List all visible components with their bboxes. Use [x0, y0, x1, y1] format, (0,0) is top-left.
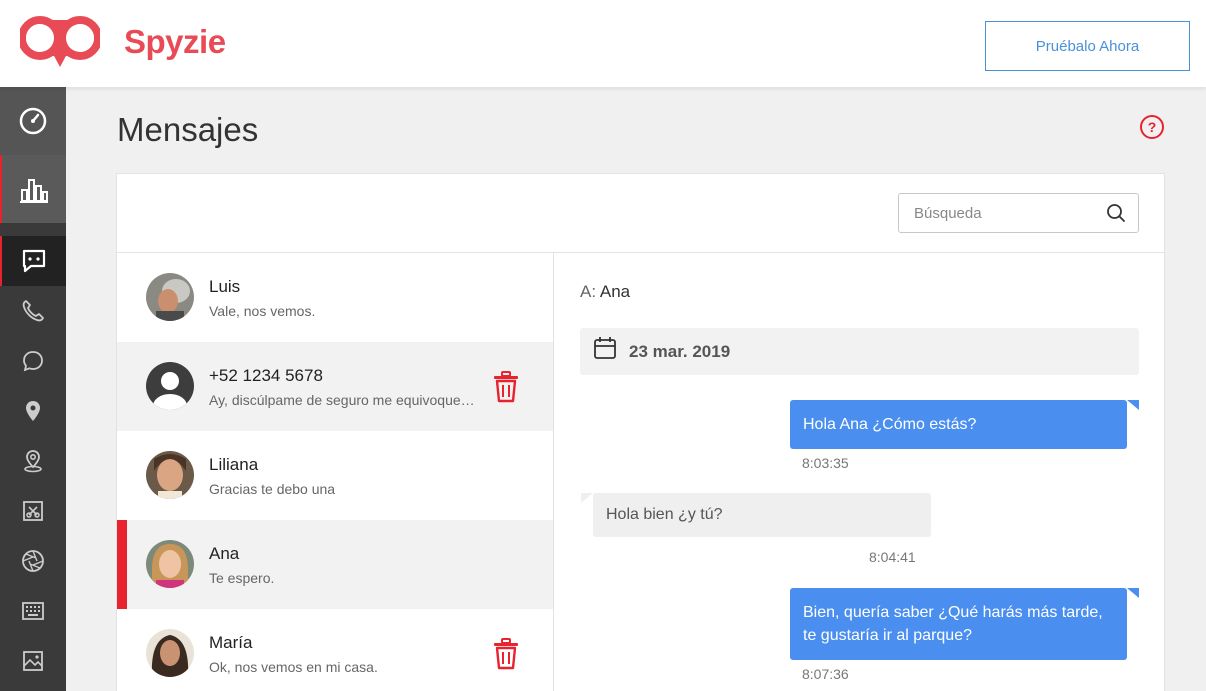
recipient-line: A: Ana	[580, 282, 630, 302]
sidebar-item-dashboard[interactable]	[0, 87, 66, 155]
contact-preview: Gracias te debo una	[209, 481, 336, 497]
top-header: Spyzie Pruébalo Ahora	[0, 0, 1206, 87]
bubble-tail	[581, 493, 593, 503]
crop-icon	[23, 501, 43, 521]
sidebar-item-messages[interactable]	[0, 236, 66, 286]
calendar-icon	[594, 337, 616, 359]
recipient-name: Ana	[599, 282, 631, 301]
bubble-tail	[1127, 588, 1139, 598]
keyboard-icon	[22, 602, 44, 620]
messages-panel: Luis Vale, nos vemos. +52 1234 5678 Ay, …	[116, 173, 1165, 691]
search-input[interactable]	[914, 194, 1104, 232]
dashboard-icon	[19, 107, 47, 135]
message-outgoing: Bien, quería saber ¿Qué harás más tarde,…	[790, 588, 1127, 660]
camera-shutter-icon	[22, 550, 44, 572]
contact-item-luis[interactable]: Luis Vale, nos vemos.	[117, 253, 553, 342]
bubble-tail	[1127, 400, 1139, 410]
message-text: Bien, quería saber ¿Qué harás más tarde,…	[803, 604, 1103, 644]
sidebar-item-location[interactable]	[0, 386, 66, 436]
contact-name: Ana	[209, 544, 240, 563]
avatar	[146, 629, 194, 677]
brand-name: Spyzie	[124, 23, 226, 60]
sidebar-nav	[0, 87, 66, 691]
message-text: Hola Ana ¿Cómo estás?	[803, 416, 977, 433]
location-pin-icon	[26, 401, 40, 421]
contact-name: María	[209, 633, 253, 652]
image-icon	[23, 651, 43, 671]
contact-preview: Ay, discúlpame de seguro me equivoque…	[209, 392, 475, 408]
contact-preview: Te espero.	[209, 570, 275, 586]
contact-item-liliana[interactable]: Liliana Gracias te debo una	[117, 431, 553, 520]
message-time: 8:04:41	[869, 549, 916, 565]
sidebar-item-calls[interactable]	[0, 286, 66, 336]
contact-preview: Ok, nos vemos en mi casa.	[209, 659, 378, 675]
help-icon[interactable]: ?	[1139, 114, 1165, 140]
recipient-label: A:	[580, 282, 597, 301]
bar-chart-icon	[20, 179, 48, 203]
active-indicator	[117, 520, 127, 609]
messages-icon	[22, 249, 46, 273]
default-avatar-icon	[146, 362, 194, 410]
page-title: Mensajes	[117, 111, 259, 148]
sidebar-item-keylogger[interactable]	[0, 586, 66, 636]
message-incoming: Hola bien ¿y tú?	[593, 493, 931, 537]
date-separator: 23 mar. 2019	[580, 328, 1139, 375]
avatar	[146, 540, 194, 588]
message-time: 8:07:36	[802, 666, 849, 682]
contact-item-ana[interactable]: Ana Te espero.	[117, 520, 553, 609]
sidebar-item-stats[interactable]	[0, 155, 66, 223]
chat-bubble-icon	[23, 351, 43, 372]
search-icon[interactable]	[1106, 203, 1126, 223]
conversation-view: A: Ana 23 mar. 2019 Hola Ana ¿Cómo estás…	[554, 253, 1164, 691]
sidebar-item-gallery[interactable]	[0, 636, 66, 686]
geofence-icon	[24, 450, 42, 473]
sidebar-item-chat[interactable]	[0, 336, 66, 386]
brand-logo[interactable]: Spyzie	[20, 16, 226, 68]
spyzie-logo-icon	[20, 16, 100, 67]
phone-icon	[22, 300, 44, 322]
try-now-button[interactable]: Pruébalo Ahora	[985, 21, 1190, 71]
message-time: 8:03:35	[802, 455, 849, 471]
contact-name: +52 1234 5678	[209, 366, 323, 385]
panel-toolbar	[117, 174, 1164, 253]
sidebar-item-photos[interactable]	[0, 536, 66, 586]
trash-icon[interactable]	[491, 638, 521, 670]
sidebar-item-geofence[interactable]	[0, 436, 66, 486]
avatar	[146, 451, 194, 499]
contact-preview: Vale, nos vemos.	[209, 303, 316, 319]
trash-icon[interactable]	[491, 371, 521, 403]
search-box[interactable]	[898, 193, 1139, 233]
contact-item-number[interactable]: +52 1234 5678 Ay, discúlpame de seguro m…	[117, 342, 553, 431]
sidebar-item-apps[interactable]	[0, 486, 66, 536]
message-text: Hola bien ¿y tú?	[606, 506, 723, 523]
contact-name: Luis	[209, 277, 241, 296]
avatar	[146, 273, 194, 321]
message-outgoing: Hola Ana ¿Cómo estás?	[790, 400, 1127, 449]
contact-list: Luis Vale, nos vemos. +52 1234 5678 Ay, …	[117, 253, 554, 691]
contact-name: Liliana	[209, 455, 259, 474]
svg-text:?: ?	[1148, 119, 1157, 135]
contact-item-maria[interactable]: María Ok, nos vemos en mi casa.	[117, 609, 553, 691]
conversation-date: 23 mar. 2019	[629, 342, 731, 361]
